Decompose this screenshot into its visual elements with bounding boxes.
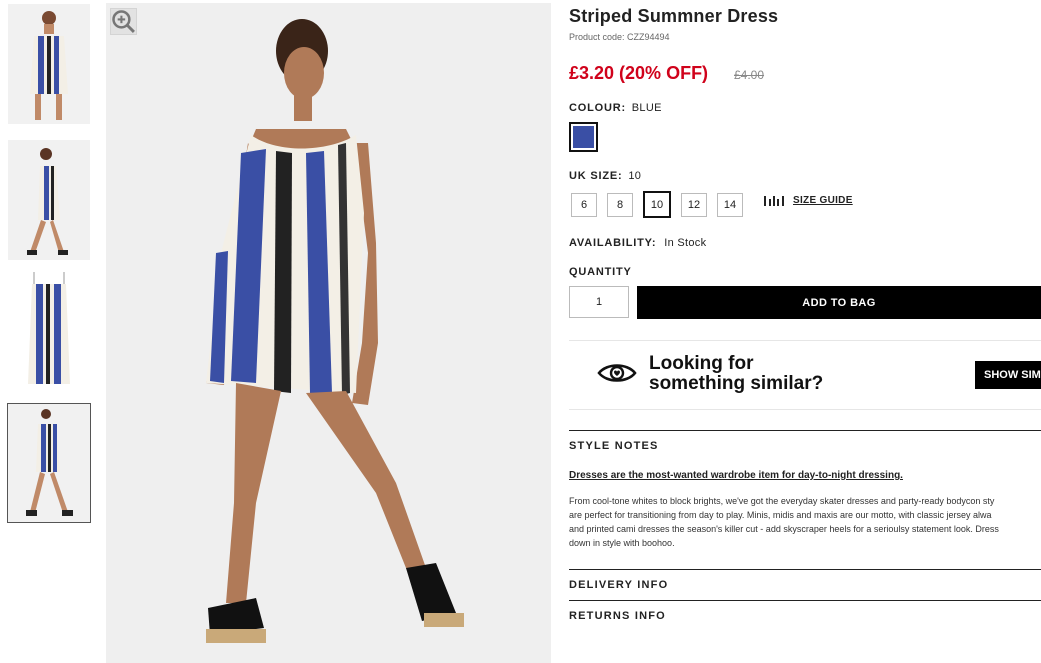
product-title: Striped Summner Dress bbox=[569, 6, 779, 26]
availability-row: AVAILABILITY: In Stock bbox=[569, 237, 706, 249]
style-notes-section: STYLE NOTES bbox=[569, 430, 1041, 452]
thumbnail-side[interactable] bbox=[8, 140, 90, 260]
style-notes-line: From cool-tone whites to block brights, … bbox=[569, 496, 995, 506]
delivery-info-section: DELIVERY INFO bbox=[569, 569, 1041, 591]
sale-price: £3.20 (20% OFF) bbox=[569, 63, 709, 83]
add-to-bag-button[interactable]: ADD TO BAG bbox=[637, 286, 1041, 319]
colour-swatch-blue[interactable] bbox=[569, 122, 598, 152]
thumbnail-flat[interactable] bbox=[8, 272, 90, 392]
size-options: 6 8 10 12 14 bbox=[571, 191, 743, 218]
quantity-input[interactable] bbox=[569, 286, 629, 318]
size-option-10[interactable]: 10 bbox=[643, 191, 671, 218]
main-product-image[interactable] bbox=[106, 3, 551, 663]
similar-heading: Looking for something similar? bbox=[649, 354, 823, 394]
size-value: 10 bbox=[628, 170, 642, 182]
style-notes-body: From cool-tone whites to block brights, … bbox=[569, 494, 1041, 550]
returns-info-heading[interactable]: RETURNS INFO bbox=[569, 610, 1041, 622]
style-notes-line: are perfect for transitioning from day t… bbox=[569, 510, 992, 520]
zoom-button[interactable] bbox=[110, 8, 137, 35]
availability-label: AVAILABILITY: bbox=[569, 237, 657, 249]
colour-label: COLOUR: bbox=[569, 102, 626, 114]
delivery-info-heading[interactable]: DELIVERY INFO bbox=[569, 579, 1041, 591]
product-info-panel: Striped Summner Dress Product code: CZZ9… bbox=[569, 0, 1041, 663]
similar-heading-line2: something similar? bbox=[649, 373, 824, 394]
style-notes-line: and printed cami dresses the season's ki… bbox=[569, 524, 999, 534]
thumbnail-front[interactable] bbox=[8, 4, 90, 124]
eye-icon bbox=[597, 364, 637, 382]
thumbnail-full[interactable] bbox=[7, 403, 91, 523]
size-guide-label: SIZE GUIDE bbox=[793, 195, 853, 206]
similar-items-banner: Looking for something similar? SHOW SIM bbox=[569, 340, 1041, 410]
returns-info-section: RETURNS INFO bbox=[569, 600, 1041, 622]
product-code: Product code: CZZ94494 bbox=[569, 32, 670, 42]
colour-value: BLUE bbox=[631, 102, 662, 114]
availability-value: In Stock bbox=[664, 237, 707, 249]
size-option-6[interactable]: 6 bbox=[571, 193, 597, 217]
colour-label-row: COLOUR: BLUE bbox=[569, 102, 662, 114]
style-notes-lead: Dresses are the most-wanted wardrobe ite… bbox=[569, 470, 903, 481]
show-similar-button[interactable]: SHOW SIM bbox=[975, 361, 1041, 389]
size-option-12[interactable]: 12 bbox=[681, 193, 707, 217]
style-notes-heading[interactable]: STYLE NOTES bbox=[569, 440, 1041, 452]
quantity-label: QUANTITY bbox=[569, 266, 632, 278]
size-option-14[interactable]: 14 bbox=[717, 193, 743, 217]
size-label: UK SIZE: bbox=[569, 170, 623, 182]
swatch-fill bbox=[573, 126, 594, 148]
similar-heading-line1: Looking for bbox=[649, 353, 754, 374]
ruler-icon bbox=[764, 195, 784, 206]
size-guide-link[interactable]: SIZE GUIDE bbox=[764, 195, 853, 206]
original-price: £4.00 bbox=[734, 68, 765, 82]
size-option-8[interactable]: 8 bbox=[607, 193, 633, 217]
size-label-row: UK SIZE: 10 bbox=[569, 170, 641, 182]
style-notes-line: down in style with boohoo. bbox=[569, 538, 675, 548]
zoom-in-icon bbox=[112, 10, 135, 33]
